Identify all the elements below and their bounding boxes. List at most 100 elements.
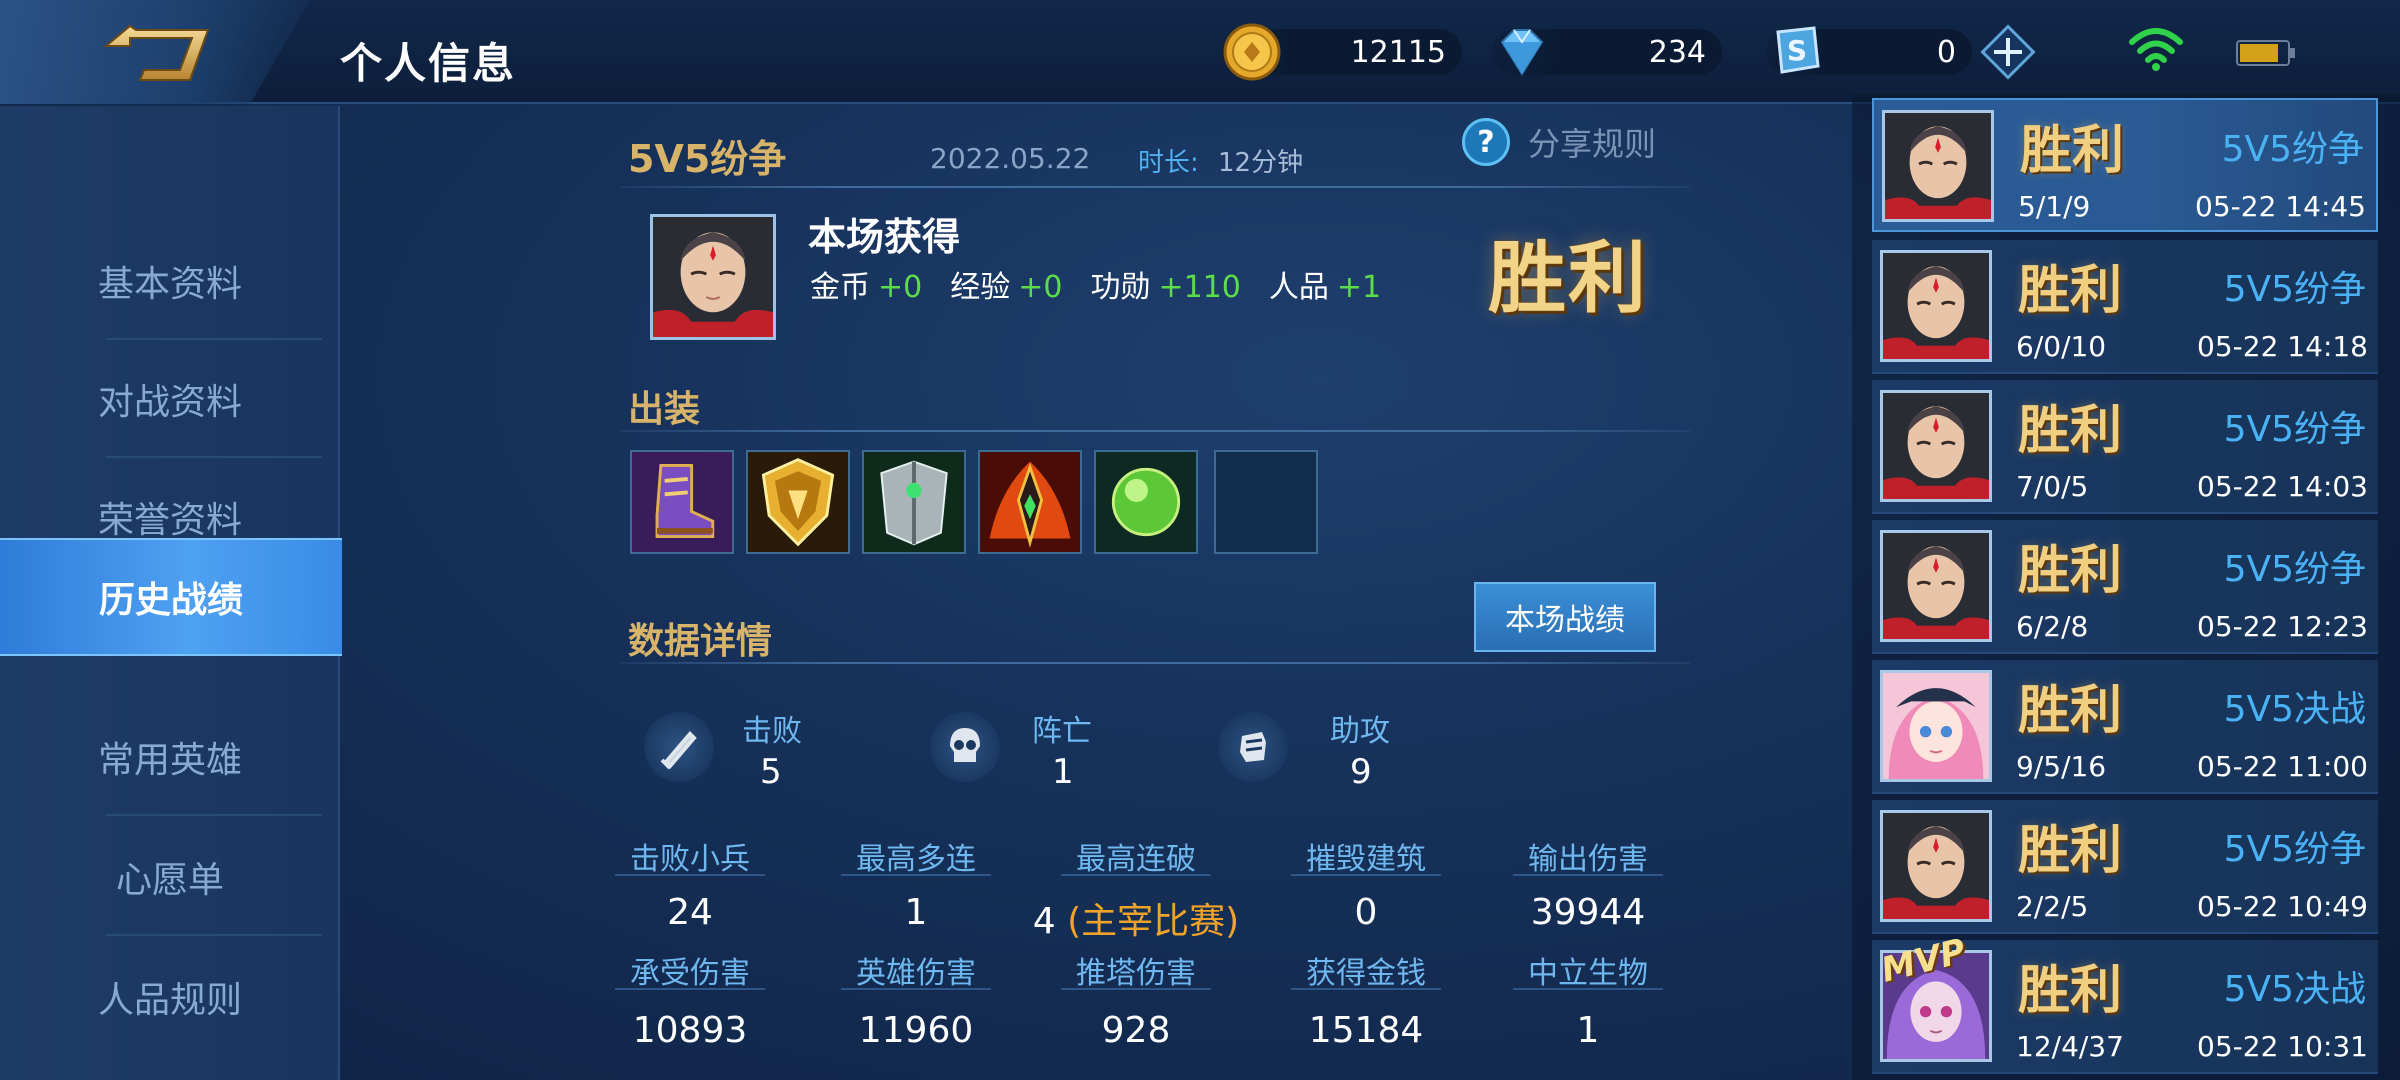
sidebar-item-wishlist[interactable]: 心愿单 [0, 818, 340, 936]
stat-max-multikill-label: 最高多连 [856, 842, 976, 877]
sidebar-item-common-heroes[interactable]: 常用英雄 [0, 698, 340, 816]
gain-label: 金币 [810, 270, 870, 305]
history-card[interactable]: 胜利 5V5纷争 2/2/5 05-22 10:49 [1872, 800, 2378, 934]
share-rules-button[interactable]: ? 分享规则 [1462, 118, 1656, 166]
gain-value: +1 [1336, 270, 1382, 305]
green-orb-item-icon[interactable] [1094, 450, 1198, 554]
streak-number: 4 [1032, 901, 1056, 942]
monk-hero-avatar-icon [1880, 250, 1992, 362]
empty-item-slot[interactable] [1214, 450, 1318, 554]
history-mode: 5V5纷争 [2223, 409, 2366, 450]
stat-max-streak-value: 4 (主宰比赛) [986, 892, 1286, 944]
add-currency-plus-icon[interactable] [1978, 22, 2038, 82]
fist-assist-icon [1218, 712, 1288, 782]
sidebar-item-basic-info[interactable]: 基本资料 [0, 222, 340, 340]
monk-hero-avatar-icon [1880, 810, 1992, 922]
hero-portrait [650, 214, 776, 340]
match-date: 2022.05.22 [930, 142, 1091, 175]
skull-icon [930, 712, 1000, 782]
gain-label: 经验 [950, 270, 1011, 305]
history-card[interactable]: 胜利 5V5纷争 5/1/9 05-22 14:45 [1872, 98, 2378, 232]
wifi-icon [2129, 28, 2183, 71]
history-mode: 5V5决战 [2223, 689, 2366, 730]
match-history-list: 胜利 5V5纷争 5/1/9 05-22 14:45 胜利 5V5纷争 6/0/… [1852, 94, 2400, 1080]
sidebar-item-label: 基本资料 [97, 264, 242, 305]
history-card[interactable]: MVP 胜利 5V5决战 12/4/37 05-22 10:31 [1872, 931, 2378, 1074]
history-kda: 6/2/8 [2016, 610, 2089, 643]
stat-divider [1513, 988, 1663, 990]
sidebar-item-battle-info[interactable]: 对战资料 [0, 340, 340, 458]
this-match-stats-button[interactable]: 本场战绩 [1474, 582, 1656, 652]
silver-armor-item-icon[interactable] [862, 450, 966, 554]
stat-minion-kills-label: 击败小兵 [630, 842, 750, 877]
stat-gold-earned-value: 15184 [1308, 1010, 1424, 1051]
stat-neutral-value: 1 [1576, 1010, 1600, 1051]
sidebar-item-history[interactable]: 历史战绩 [0, 538, 342, 656]
flame-sword-item-icon[interactable] [978, 450, 1082, 554]
sidebar-item-label: 荣誉资料 [97, 500, 242, 541]
history-kda: 9/5/16 [2016, 750, 2107, 783]
history-time: 05-22 11:00 [2197, 750, 2368, 783]
history-kda: 6/0/10 [2016, 330, 2107, 363]
stat-divider [1291, 988, 1441, 990]
gain-merit: 功勋 +110 [1090, 262, 1240, 306]
page-title: 个人信息 [340, 39, 517, 88]
history-mode: 5V5纷争 [2221, 129, 2364, 170]
sidebar-item-label: 对战资料 [97, 382, 242, 423]
stat-gold-earned-label: 获得金钱 [1306, 956, 1426, 991]
history-card[interactable]: 胜利 5V5纷争 7/0/5 05-22 14:03 [1872, 380, 2378, 514]
stat-damage-taken-label: 承受伤害 [630, 956, 750, 991]
sidebar-item-credit-rules[interactable]: 人品规则 [0, 938, 340, 1056]
deaths-label: 阵亡 [1032, 714, 1092, 749]
history-mode: 5V5纷争 [2223, 549, 2366, 590]
history-result: 胜利 [2018, 261, 2123, 321]
gains-title: 本场获得 [808, 215, 961, 259]
history-time: 05-22 10:49 [2197, 890, 2368, 923]
history-card[interactable]: 胜利 5V5决战 9/5/16 05-22 11:00 [1872, 660, 2378, 794]
boots-item-icon[interactable] [630, 450, 734, 554]
sidebar-item-label: 常用英雄 [97, 740, 242, 781]
stat-tower-damage-value: 928 [1101, 1010, 1171, 1051]
history-result: 胜利 [2018, 541, 2123, 601]
golden-shield-item-icon[interactable] [746, 450, 850, 554]
deaths-value: 1 [1052, 752, 1074, 792]
back-arrow-icon[interactable] [100, 20, 212, 84]
top-bar: 个人信息 12115 234 0 S [0, 0, 2400, 104]
sidebar: 基本资料 对战资料 荣誉资料 历史战绩 常用英雄 心愿单 人品规则 [0, 106, 342, 1080]
assists-label: 助攻 [1330, 714, 1390, 749]
stat-minion-kills-value: 24 [667, 892, 713, 933]
duration-label: 时长: [1138, 148, 1199, 178]
stat-hero-damage-value: 11960 [858, 1010, 974, 1051]
history-result: 胜利 [2018, 961, 2123, 1021]
stat-hero-damage-label: 英雄伤害 [856, 956, 976, 991]
help-question-icon: ? [1462, 118, 1510, 166]
monk-hero-avatar-icon [1882, 110, 1994, 222]
gain-credit: 人品 +1 [1269, 262, 1381, 306]
pink-hair-hero-avatar-icon [1880, 670, 1992, 782]
divider [620, 430, 1690, 432]
stat-tower-damage-label: 推塔伤害 [1076, 956, 1196, 991]
history-mode: 5V5决战 [2223, 969, 2366, 1010]
history-time: 05-22 12:23 [2197, 610, 2368, 643]
history-card[interactable]: 胜利 5V5纷争 6/0/10 05-22 14:18 [1872, 240, 2378, 374]
gain-value: +0 [1018, 270, 1063, 305]
divider [620, 662, 1690, 664]
match-mode: 5V5纷争 [628, 137, 787, 181]
equipment-title: 出装 [628, 389, 701, 430]
app-root: 个人信息 12115 234 0 S 基本资料 对战资料 荣誉资料 历史战绩 常… [0, 0, 2400, 1080]
diamond-icon [1500, 29, 1544, 76]
diamond-currency: 234 [1492, 22, 1722, 82]
history-time: 05-22 14:03 [2197, 470, 2368, 503]
gain-value: +0 [878, 270, 923, 305]
stat-damage-dealt-value: 39944 [1530, 892, 1646, 933]
stat-divider [1061, 988, 1211, 990]
history-time: 05-22 10:31 [2197, 1030, 2368, 1063]
history-time: 05-22 14:45 [2195, 190, 2366, 223]
sidebar-item-label: 历史战绩 [98, 580, 243, 621]
kills-label: 击败 [742, 714, 802, 749]
gain-exp: 经验 +0 [950, 262, 1062, 306]
stat-divider [841, 874, 991, 876]
stat-max-streak-label: 最高连破 [1076, 842, 1196, 877]
history-card[interactable]: 胜利 5V5纷争 6/2/8 05-22 12:23 [1872, 520, 2378, 654]
divider [620, 186, 1690, 188]
